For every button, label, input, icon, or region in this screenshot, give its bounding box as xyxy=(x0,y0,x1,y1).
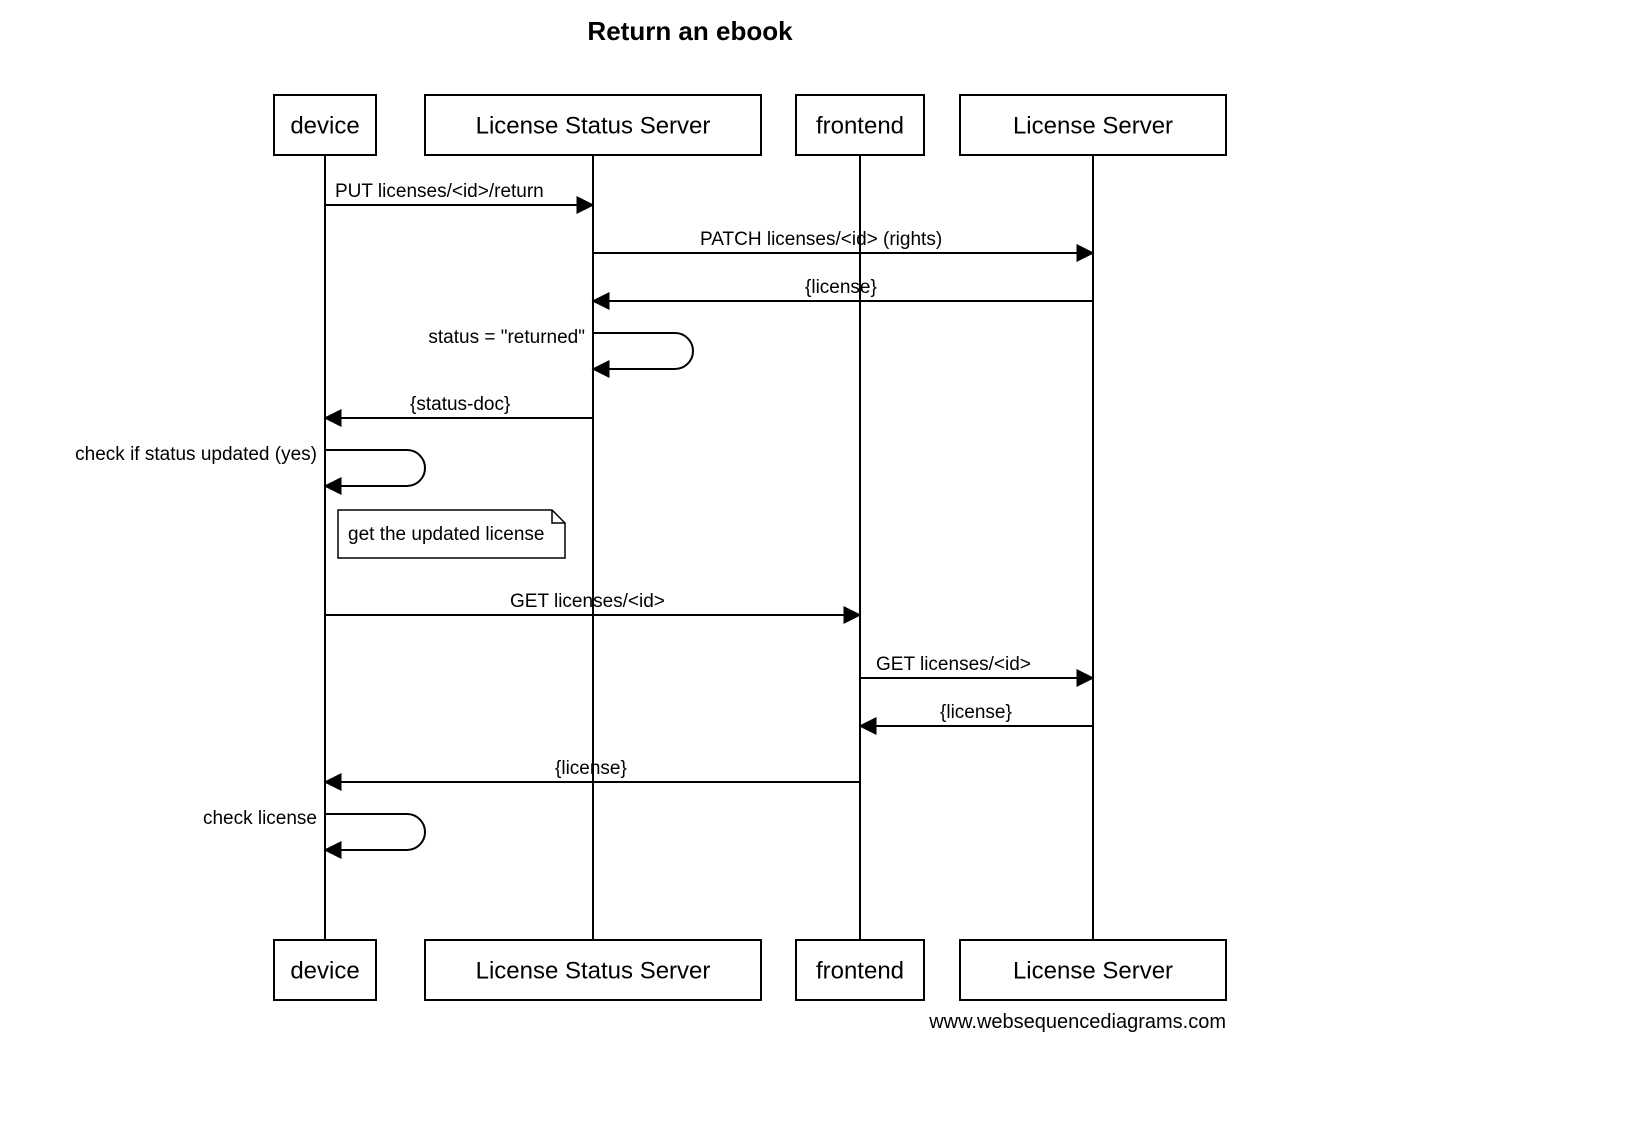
participant-lss-bottom: License Status Server xyxy=(425,940,761,1000)
msg-get-licenses-frontend: GET licenses/<id> xyxy=(325,591,860,615)
msg-get-licenses-ls: GET licenses/<id> xyxy=(860,654,1093,678)
msg-label: check license xyxy=(203,808,317,829)
msg-label: {license} xyxy=(555,758,627,779)
msg-patch-rights: PATCH licenses/<id> (rights) xyxy=(593,229,1093,253)
participant-device-top: device xyxy=(274,95,376,155)
msg-label: {license} xyxy=(940,702,1012,723)
footer-credit: www.websequencediagrams.com xyxy=(928,1011,1226,1033)
msg-check-status: check if status updated (yes) xyxy=(75,444,425,486)
note-label: get the updated license xyxy=(348,524,545,545)
participant-label: License Server xyxy=(1013,112,1173,139)
msg-label: PUT licenses/<id>/return xyxy=(335,181,544,202)
msg-label: {license} xyxy=(805,277,877,298)
sequence-diagram: Return an ebook device License Status Se… xyxy=(0,0,1650,1126)
participant-frontend-top: frontend xyxy=(796,95,924,155)
participant-label: License Status Server xyxy=(476,957,711,984)
msg-label: {status-doc} xyxy=(410,394,510,415)
msg-label: GET licenses/<id> xyxy=(876,654,1031,675)
msg-check-license: check license xyxy=(203,808,425,850)
participant-label: License Status Server xyxy=(476,112,711,139)
participant-lss-top: License Status Server xyxy=(425,95,761,155)
msg-label: PATCH licenses/<id> (rights) xyxy=(700,229,942,250)
msg-status-doc: {status-doc} xyxy=(325,394,593,418)
msg-license-3: {license} xyxy=(325,758,860,782)
participant-label: device xyxy=(290,957,359,984)
participant-label: device xyxy=(290,112,359,139)
participant-ls-bottom: License Server xyxy=(960,940,1226,1000)
participant-device-bottom: device xyxy=(274,940,376,1000)
participant-label: License Server xyxy=(1013,957,1173,984)
msg-label: status = "returned" xyxy=(428,327,585,348)
msg-label: GET licenses/<id> xyxy=(510,591,665,612)
participant-label: frontend xyxy=(816,112,904,139)
msg-license-2: {license} xyxy=(860,702,1093,726)
diagram-title: Return an ebook xyxy=(587,16,793,46)
note-get-updated-license: get the updated license xyxy=(338,510,565,558)
participant-ls-top: License Server xyxy=(960,95,1226,155)
participant-label: frontend xyxy=(816,957,904,984)
msg-license-1: {license} xyxy=(593,277,1093,301)
msg-status-returned: status = "returned" xyxy=(428,327,693,369)
participant-frontend-bottom: frontend xyxy=(796,940,924,1000)
msg-put-return: PUT licenses/<id>/return xyxy=(325,181,593,205)
msg-label: check if status updated (yes) xyxy=(75,444,317,465)
